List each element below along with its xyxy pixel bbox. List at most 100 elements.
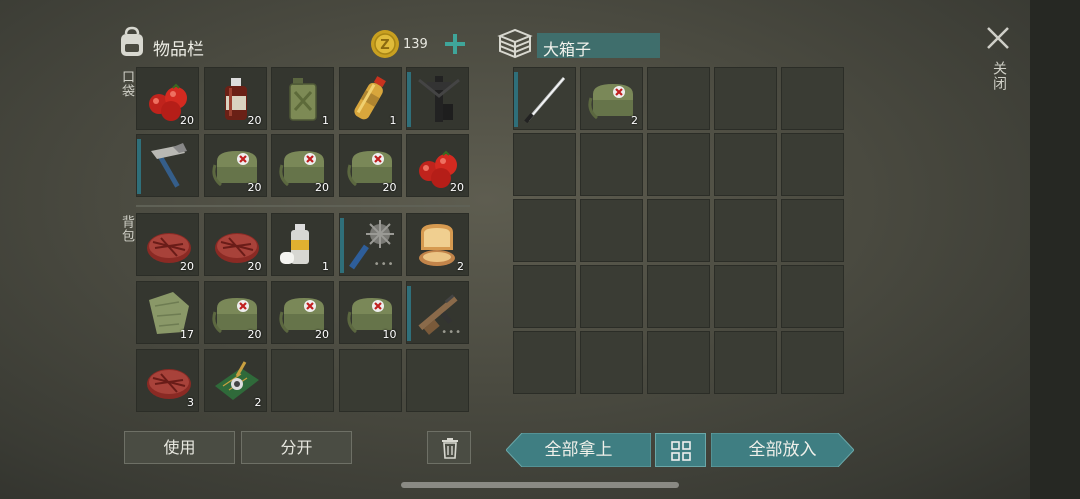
inventory-slot[interactable]: 20 [271, 134, 334, 197]
inventory-slot[interactable]: 2 [406, 213, 469, 276]
inventory-slot[interactable] [271, 349, 334, 412]
inventory-slot[interactable]: 20 [203, 213, 267, 276]
inventory-slot[interactable]: 20 [203, 134, 267, 197]
inventory-slot[interactable]: 20 [136, 67, 199, 130]
inventory-slot[interactable] [647, 199, 710, 262]
pocket-label: 口袋 [119, 70, 134, 98]
home-indicator [401, 482, 679, 488]
container-name: 大箱子 [543, 40, 592, 59]
item-count: 20 [247, 260, 262, 273]
inventory-slot[interactable] [513, 199, 576, 262]
item-count: 3 [187, 396, 194, 409]
split-button[interactable]: 分开 [241, 431, 352, 464]
inventory-slot[interactable] [714, 265, 777, 328]
item-count: 20 [450, 181, 464, 194]
grid-sort-icon [671, 441, 691, 461]
trash-icon [442, 438, 458, 459]
inventory-slot[interactable] [513, 67, 576, 130]
item-count: 20 [180, 114, 194, 127]
close-button[interactable]: 关闭 [983, 23, 1013, 103]
inventory-slot[interactable] [406, 67, 469, 130]
inventory-slot[interactable] [136, 134, 199, 197]
inventory-slot[interactable]: ••• [338, 213, 402, 276]
inventory-slot[interactable] [338, 349, 402, 412]
crossbow-icon [418, 76, 460, 122]
inventory-slot[interactable]: 17 [136, 281, 199, 344]
inventory-slot[interactable]: 20 [203, 67, 267, 130]
inventory-slot[interactable] [580, 331, 643, 394]
add-coins-button[interactable] [442, 30, 468, 58]
item-count: 1 [322, 114, 329, 127]
inventory-slot[interactable]: 1 [271, 67, 334, 130]
inventory-slot[interactable] [714, 67, 777, 130]
discard-button[interactable] [427, 431, 471, 464]
inventory-slot[interactable]: 20 [136, 213, 199, 276]
inventory-slot[interactable] [714, 331, 777, 394]
take-all-button[interactable]: 全部拿上 [506, 433, 651, 467]
inventory-slot[interactable]: 1 [271, 213, 334, 276]
durability-bar [514, 72, 518, 127]
item-count: 2 [254, 396, 262, 409]
plus-icon [445, 34, 465, 54]
inventory-slot[interactable] [714, 199, 777, 262]
inventory-slot[interactable]: 20 [271, 281, 334, 344]
sort-button[interactable] [655, 433, 706, 467]
inventory-slot[interactable] [781, 265, 844, 328]
item-count: 20 [247, 181, 262, 194]
inventory-slot[interactable] [513, 331, 576, 394]
inventory-slot[interactable]: 20 [406, 134, 469, 197]
inventory-slot[interactable] [513, 133, 576, 196]
inventory-slot[interactable] [647, 331, 710, 394]
inventory-slot[interactable] [580, 265, 643, 328]
inventory-slot[interactable] [781, 133, 844, 196]
attachments-indicator: ••• [373, 259, 395, 270]
item-count: 1 [322, 260, 329, 273]
inventory-title: 物品栏 [153, 40, 204, 60]
use-button[interactable]: 使用 [124, 431, 235, 464]
item-count: 10 [382, 328, 397, 341]
item-count: 20 [247, 114, 262, 127]
item-count: 1 [389, 114, 397, 127]
inventory-slot[interactable]: 1 [338, 67, 402, 130]
inventory-slot[interactable] [781, 199, 844, 262]
inventory-slot[interactable] [781, 67, 844, 130]
durability-bar [407, 72, 411, 127]
item-count: 20 [247, 328, 262, 341]
hammer-icon [151, 143, 187, 188]
item-count: 2 [631, 114, 638, 127]
close-icon [987, 27, 1009, 49]
inventory-slot[interactable] [580, 199, 643, 262]
katana-icon [524, 77, 566, 124]
inventory-slot[interactable] [781, 331, 844, 394]
durability-bar [339, 218, 344, 273]
inventory-slot[interactable] [580, 133, 643, 196]
inventory-slot[interactable] [513, 265, 576, 328]
section-divider [136, 205, 470, 207]
durability-bar [137, 139, 141, 194]
inventory-slot[interactable]: 20 [338, 134, 402, 197]
item-count: 20 [315, 328, 329, 341]
inventory-slot[interactable] [647, 67, 710, 130]
close-label: 关闭 [991, 61, 1007, 91]
item-count: 20 [180, 260, 194, 273]
take-all-label: 全部拿上 [544, 440, 613, 460]
inventory-slot[interactable]: 2 [580, 67, 643, 130]
inventory-slot[interactable]: 10 [338, 281, 402, 344]
inventory-slot[interactable]: 20 [203, 281, 267, 344]
backpack-label: 背包 [119, 215, 134, 243]
attachments-indicator: ••• [441, 327, 462, 338]
container-name-field[interactable]: 大箱子 [537, 33, 660, 59]
item-count: 2 [457, 260, 464, 273]
item-count: 17 [180, 328, 194, 341]
inventory-slot[interactable]: 2 [203, 349, 267, 412]
right-edge-shade [1030, 0, 1080, 499]
inventory-slot[interactable] [647, 265, 710, 328]
inventory-slot[interactable] [406, 349, 469, 412]
inventory-slot[interactable]: ••• [406, 281, 469, 344]
inventory-slot[interactable]: 3 [136, 349, 199, 412]
coin-count: 139 [403, 37, 428, 52]
put-all-button[interactable]: 全部放入 [711, 433, 854, 467]
inventory-slot[interactable] [714, 133, 777, 196]
inventory-slot[interactable] [647, 133, 710, 196]
item-count: 20 [315, 181, 329, 194]
